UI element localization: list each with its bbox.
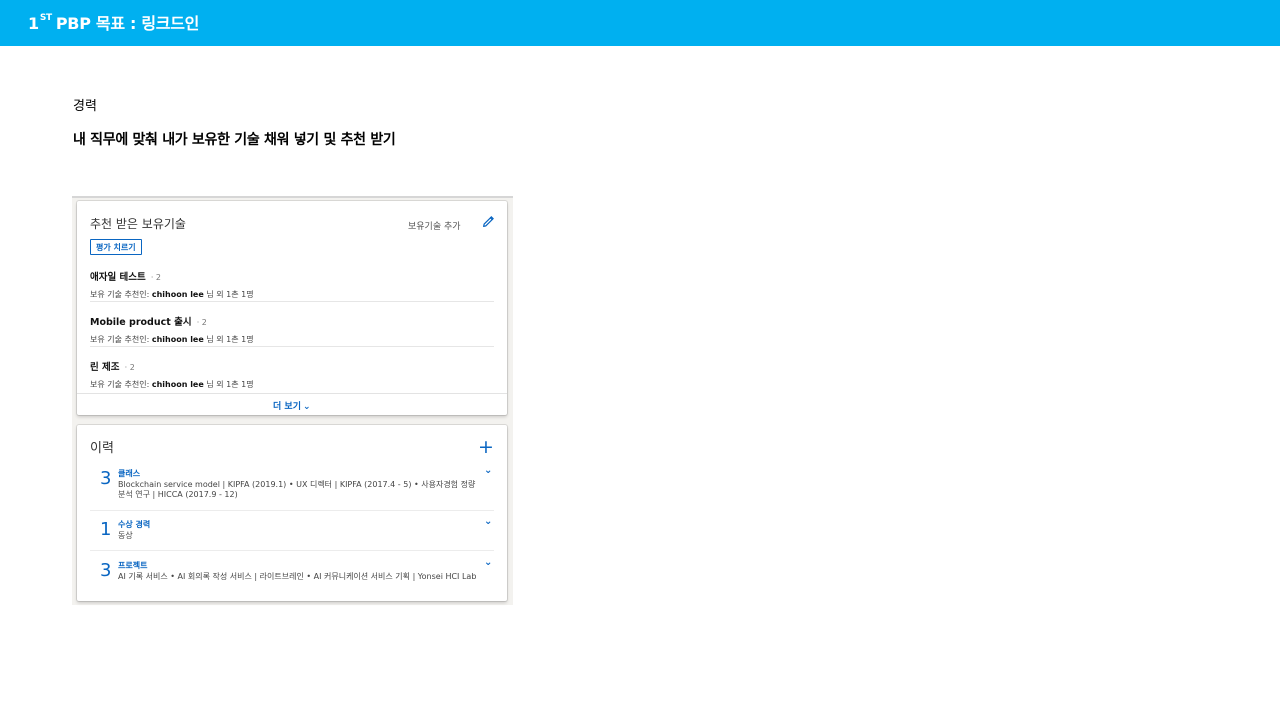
skill-item[interactable]: Mobile product 출시 · 2 보유 기술 추천인: chihoon… [90, 310, 494, 345]
history-count: 1 [100, 519, 112, 540]
skill-endorsement: 보유 기술 추천인: chihoon lee 님 외 1촌 1명 [90, 290, 254, 299]
history-category: 수상 경력 [118, 520, 151, 529]
divider [90, 301, 494, 302]
chevron-down-icon[interactable]: ⌄ [484, 557, 492, 568]
section-label: 경력 [73, 99, 97, 114]
skill-item[interactable]: 린 제조 · 2 보유 기술 추천인: chihoon lee 님 외 1촌 1… [90, 355, 494, 390]
add-icon[interactable]: + [478, 436, 494, 458]
chevron-down-icon: ⌄ [302, 402, 311, 412]
history-count: 3 [100, 560, 112, 581]
skill-endorsement: 보유 기술 추천인: chihoon lee 님 외 1촌 1명 [90, 335, 254, 344]
skill-name: 애자일 테스트 [90, 272, 146, 283]
history-card: 이력 + 3 클래스 Blockchain service model | KI… [77, 425, 507, 601]
headline: 내 직무에 맞춰 내가 보유한 기술 채워 넣기 및 추천 받기 [73, 132, 396, 148]
history-category: 클래스 [118, 469, 141, 478]
add-skill-link[interactable]: 보유기술 추가 [408, 219, 461, 232]
chevron-down-icon[interactable]: ⌄ [484, 465, 492, 476]
skills-card: 추천 받은 보유기술 보유기술 추가 평가 치르기 애자일 테스트 · 2 보유… [77, 201, 507, 415]
history-category: 프로젝트 [118, 561, 148, 570]
history-description: Blockchain service model | KIPFA (2019.1… [118, 480, 476, 499]
history-description: AI 기록 서비스 • AI 회의록 작성 서비스 | 라이트브레인 • AI … [118, 572, 477, 581]
skill-name: Mobile product 출시 [90, 317, 192, 328]
skills-card-title: 추천 받은 보유기술 [90, 217, 186, 231]
history-item[interactable]: 3 클래스 Blockchain service model | KIPFA (… [100, 468, 480, 504]
divider [90, 510, 494, 511]
pencil-icon[interactable] [481, 215, 495, 229]
chevron-down-icon[interactable]: ⌄ [484, 516, 492, 527]
history-item[interactable]: 3 프로젝트 AI 기록 서비스 • AI 회의록 작성 서비스 | 라이트브레… [100, 560, 480, 596]
banner-title: 1ST PBP 목표 : 링크드인 [28, 12, 200, 33]
divider [90, 550, 494, 551]
history-card-title: 이력 [90, 441, 114, 456]
skill-item[interactable]: 애자일 테스트 · 2 보유 기술 추천인: chihoon lee 님 외 1… [90, 265, 494, 300]
top-banner: 1ST PBP 목표 : 링크드인 [0, 0, 1280, 46]
skill-name: 린 제조 [90, 362, 120, 373]
linkedin-screenshot: 추천 받은 보유기술 보유기술 추가 평가 치르기 애자일 테스트 · 2 보유… [72, 196, 513, 605]
history-item[interactable]: 1 수상 경력 동상 [100, 519, 480, 543]
history-count: 3 [100, 468, 112, 489]
skill-endorsement: 보유 기술 추천인: chihoon lee 님 외 1촌 1명 [90, 380, 254, 389]
take-assessment-button[interactable]: 평가 치르기 [90, 239, 142, 255]
divider [90, 346, 494, 347]
show-more-button[interactable]: 더 보기 ⌄ [273, 399, 311, 412]
show-more-bar: 더 보기 ⌄ [77, 393, 507, 416]
history-description: 동상 [118, 531, 133, 540]
